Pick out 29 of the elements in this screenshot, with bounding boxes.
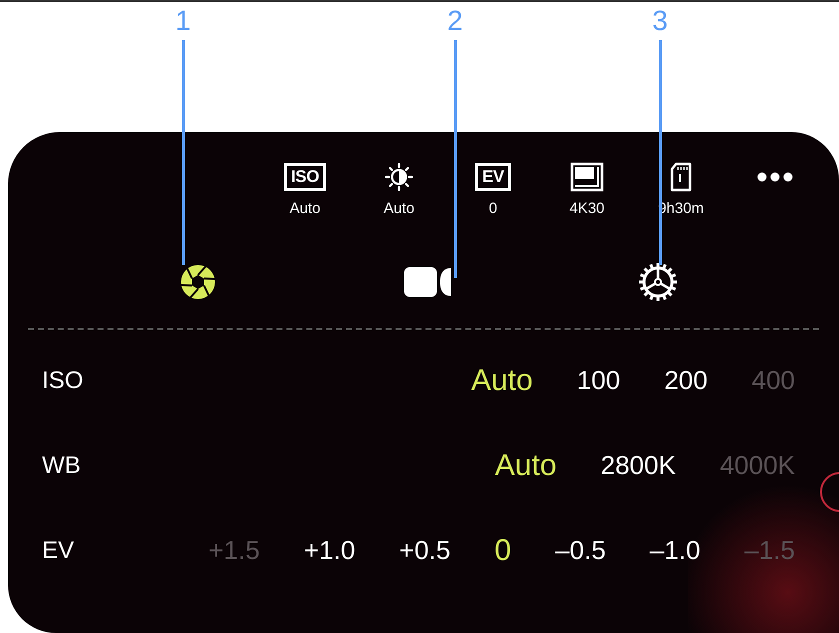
status-value: 0: [488, 199, 498, 219]
video-camera-icon: [403, 265, 453, 299]
setting-option[interactable]: –1.0: [650, 531, 700, 570]
setting-option[interactable]: 200: [664, 361, 708, 400]
setting-option[interactable]: 100: [576, 361, 620, 400]
brightness-icon: [384, 162, 414, 192]
callout-number: 1: [174, 6, 192, 36]
setting-label: WB: [42, 450, 82, 480]
more-icon[interactable]: [757, 172, 793, 182]
setting-option[interactable]: Auto: [494, 443, 557, 488]
setting-label: EV: [42, 536, 76, 566]
status-value: Auto: [290, 199, 320, 219]
setting-option[interactable]: +1.0: [304, 531, 356, 570]
callout-number: 2: [446, 6, 464, 36]
setting-option[interactable]: Auto: [471, 358, 533, 403]
iso-badge: ISO: [284, 163, 326, 191]
setting-option[interactable]: 2800K: [600, 446, 676, 485]
status-value: Auto: [384, 199, 414, 219]
setting-option[interactable]: 0: [494, 528, 512, 573]
sd-card-icon: [669, 162, 693, 192]
frame-icon: [570, 162, 604, 192]
setting-label: ISO: [42, 366, 84, 396]
aperture-icon: [178, 262, 218, 302]
ev-badge: EV: [475, 163, 511, 191]
setting-option[interactable]: –0.5: [555, 531, 606, 570]
callout-number: 3: [651, 6, 669, 36]
status-value: 4K30: [569, 199, 605, 219]
settings-icon: [638, 262, 678, 302]
setting-option[interactable]: +0.5: [399, 531, 450, 570]
